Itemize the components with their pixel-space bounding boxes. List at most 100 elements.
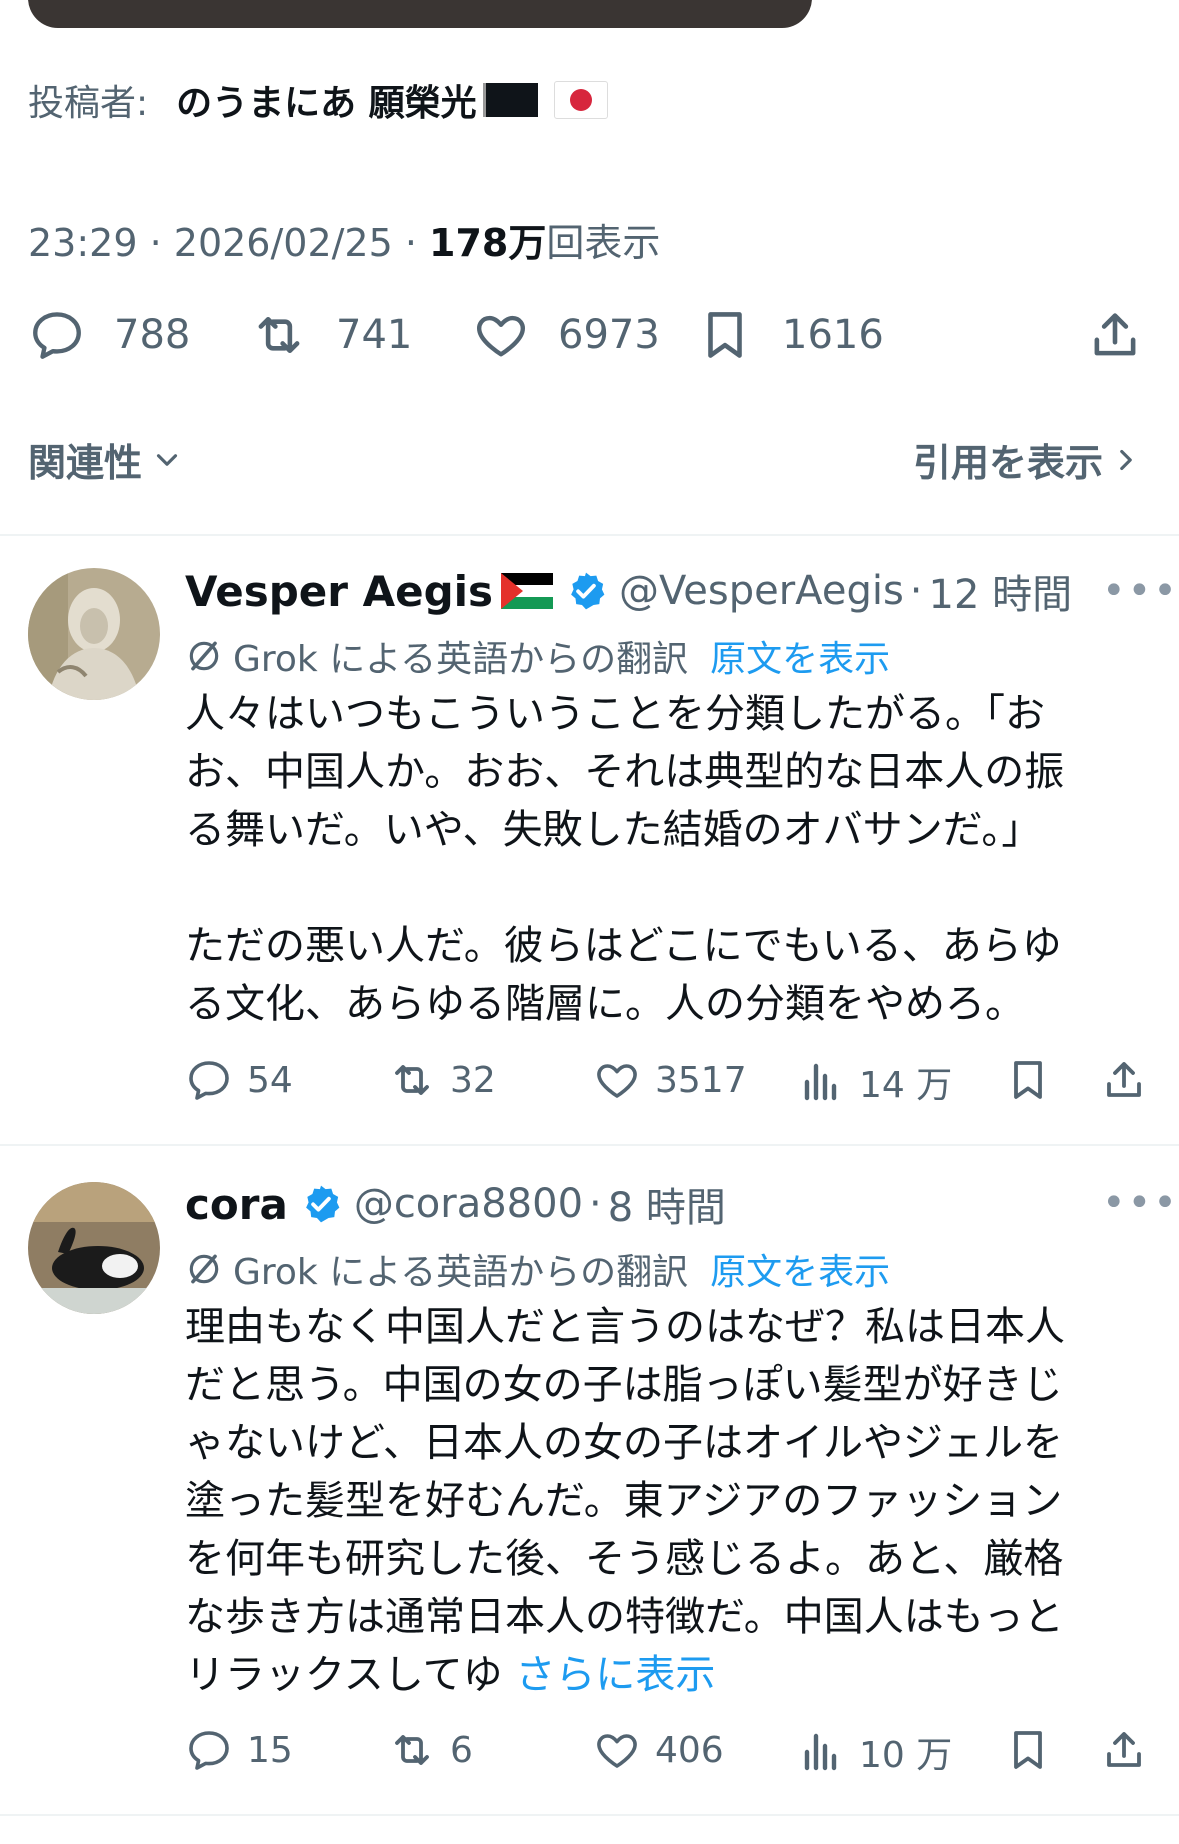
reply-button[interactable]: 788 bbox=[28, 306, 190, 364]
black-flag-emoji bbox=[482, 83, 538, 117]
reply-text: 理由もなく中国人だと言うのはなぜ？私は日本人 だと思う。中国の女の子は脂っぽい髪… bbox=[185, 1298, 1145, 1704]
divider bbox=[0, 1814, 1179, 1816]
translation-note: Grok による英語からの翻訳 原文を表示 bbox=[185, 1243, 890, 1295]
post-time[interactable]: 23:29 bbox=[28, 221, 138, 265]
bookmark-button[interactable] bbox=[1004, 1056, 1052, 1104]
reply-text-last-line: リラックスしてゆ さらに表示 bbox=[185, 1646, 1145, 1704]
avatar-image bbox=[28, 568, 160, 700]
bookmark-icon bbox=[1014, 1731, 1042, 1769]
reply-time[interactable]: 8 時間 bbox=[608, 1175, 726, 1233]
reply-text-line: ゃないけど、日本人の女の子はオイルやジェルを bbox=[185, 1420, 1063, 1466]
reply-text-line: な歩き方は通常日本人の特徴だ。中国人はもっと bbox=[185, 1594, 1064, 1640]
heart-icon bbox=[597, 1064, 637, 1098]
bookmark-count: 1616 bbox=[782, 312, 884, 358]
post-media-image[interactable] bbox=[28, 0, 812, 28]
reply-header: cora @cora8800 · 8 時間 bbox=[185, 1175, 726, 1233]
share-icon bbox=[1107, 1732, 1141, 1767]
share-icon bbox=[1094, 313, 1136, 356]
repost-button[interactable]: 32 bbox=[388, 1056, 496, 1104]
reply-button[interactable]: 15 bbox=[185, 1726, 293, 1774]
post-action-bar: 788 741 6973 1616 bbox=[28, 306, 1148, 366]
repost-icon bbox=[395, 1065, 429, 1095]
poster-label: 投稿者: bbox=[28, 83, 149, 124]
verified-badge-icon bbox=[571, 572, 605, 610]
view-quotes-link[interactable]: 引用を表示 bbox=[913, 432, 1143, 487]
show-original-link[interactable]: 原文を表示 bbox=[710, 1243, 890, 1295]
repost-count: 32 bbox=[450, 1059, 496, 1101]
poster-name[interactable]: のうまにあ 願榮光 bbox=[176, 74, 477, 126]
grok-icon bbox=[189, 641, 219, 671]
reply-icon bbox=[33, 312, 81, 359]
divider bbox=[0, 1144, 1179, 1146]
translation-text: Grok による英語からの翻訳 bbox=[233, 1252, 689, 1293]
view-count-unit: 万 bbox=[508, 221, 547, 265]
like-count: 3517 bbox=[655, 1059, 747, 1101]
reply-text-line: リラックスしてゆ bbox=[185, 1652, 503, 1698]
reply-text-line: 塗った髪型を好むんだ。東アジアのファッション bbox=[185, 1478, 1063, 1524]
share-button[interactable] bbox=[1100, 1726, 1148, 1774]
repost-icon bbox=[395, 1735, 429, 1765]
bookmark-icon bbox=[1014, 1061, 1042, 1099]
reply-author-handle[interactable]: @cora8800 bbox=[354, 1181, 583, 1227]
reply-sort-dropdown[interactable]: 関連性 bbox=[28, 432, 184, 487]
views-count: 14 万 bbox=[859, 1065, 953, 1106]
reply-text-line: を何年も研究した後、そう感じるよ。あと、厳格 bbox=[185, 1536, 1064, 1582]
views-button[interactable]: 14 万 bbox=[797, 1056, 952, 1108]
avatar[interactable] bbox=[28, 1182, 160, 1314]
avatar-image bbox=[28, 1182, 160, 1314]
share-button[interactable] bbox=[1100, 1056, 1148, 1104]
reply-text-line bbox=[185, 859, 1145, 917]
translation-text: Grok による英語からの翻訳 bbox=[233, 639, 689, 680]
poster-line: 投稿者: のうまにあ 願榮光 bbox=[28, 74, 608, 126]
reply-text-line: ただの悪い人だ。彼らはどこにでもいる、あらゆ bbox=[185, 923, 1062, 969]
separator-dot: · bbox=[589, 1181, 602, 1227]
chevron-down-icon bbox=[156, 453, 178, 466]
avatar[interactable] bbox=[28, 568, 160, 700]
like-button[interactable]: 406 bbox=[593, 1726, 724, 1774]
divider bbox=[0, 534, 1179, 536]
more-options-icon[interactable]: ••• bbox=[1102, 1180, 1179, 1226]
repost-count: 741 bbox=[336, 312, 413, 358]
reply-text-line: 理由もなく中国人だと言うのはなぜ？私は日本人 bbox=[185, 1304, 1065, 1350]
reply-time[interactable]: 12 時間 bbox=[929, 562, 1073, 620]
reply-button[interactable]: 54 bbox=[185, 1056, 293, 1104]
japan-flag-emoji bbox=[553, 81, 608, 119]
show-more-link[interactable]: さらに表示 bbox=[515, 1652, 715, 1698]
reply-count: 54 bbox=[247, 1059, 293, 1101]
like-button[interactable]: 3517 bbox=[593, 1056, 747, 1104]
post-meta: 23:29 · 2026/02/25 · 178万回表示 bbox=[28, 221, 661, 265]
reply-author-name[interactable]: cora bbox=[185, 1180, 288, 1229]
like-button[interactable]: 6973 bbox=[472, 306, 660, 364]
share-button[interactable] bbox=[1086, 306, 1144, 364]
quotes-label: 引用を表示 bbox=[912, 441, 1103, 485]
reply-author-handle[interactable]: @VesperAegis bbox=[619, 568, 904, 614]
verified-badge-icon bbox=[305, 1185, 340, 1223]
chevron-right-icon bbox=[1120, 449, 1132, 470]
bookmark-button[interactable] bbox=[1004, 1726, 1052, 1774]
reply-text-line: だと思う。中国の女の子は脂っぽい髪型が好きじ bbox=[185, 1362, 1063, 1408]
palestine-flag-emoji bbox=[501, 573, 554, 609]
reply-text: 人々はいつもこういうことを分類したがる。「お お、中国人か。おお、それは典型的な… bbox=[185, 685, 1145, 1033]
share-icon bbox=[1107, 1062, 1141, 1097]
repost-icon bbox=[258, 316, 300, 354]
analytics-icon bbox=[804, 1063, 837, 1101]
translation-note: Grok による英語からの翻訳 原文を表示 bbox=[185, 630, 890, 682]
repost-button[interactable]: 6 bbox=[388, 1726, 473, 1774]
reply-header: Vesper Aegis @VesperAegis · 12 時間 bbox=[185, 562, 1072, 620]
reply-count: 788 bbox=[114, 312, 191, 358]
repost-count: 6 bbox=[450, 1729, 473, 1771]
reply-text-line: る舞いだ。いや、失敗した結婚のオバサンだ。」 bbox=[185, 807, 1042, 853]
heart-icon bbox=[597, 1734, 637, 1768]
separator-dot: · bbox=[909, 568, 923, 614]
reply-icon bbox=[189, 1061, 229, 1100]
like-count: 6973 bbox=[558, 312, 660, 358]
reply-text-line: 人々はいつもこういうことを分類したがる。「お bbox=[185, 691, 1045, 737]
reply-author-name[interactable]: Vesper Aegis bbox=[185, 567, 493, 616]
more-options-icon[interactable]: ••• bbox=[1102, 568, 1179, 614]
analytics-icon bbox=[804, 1733, 837, 1771]
bookmark-button[interactable]: 1616 bbox=[696, 306, 884, 364]
show-original-link[interactable]: 原文を表示 bbox=[710, 630, 890, 682]
views-button[interactable]: 10 万 bbox=[797, 1726, 952, 1778]
post-date[interactable]: 2026/02/25 bbox=[174, 221, 393, 265]
repost-button[interactable]: 741 bbox=[250, 306, 412, 364]
